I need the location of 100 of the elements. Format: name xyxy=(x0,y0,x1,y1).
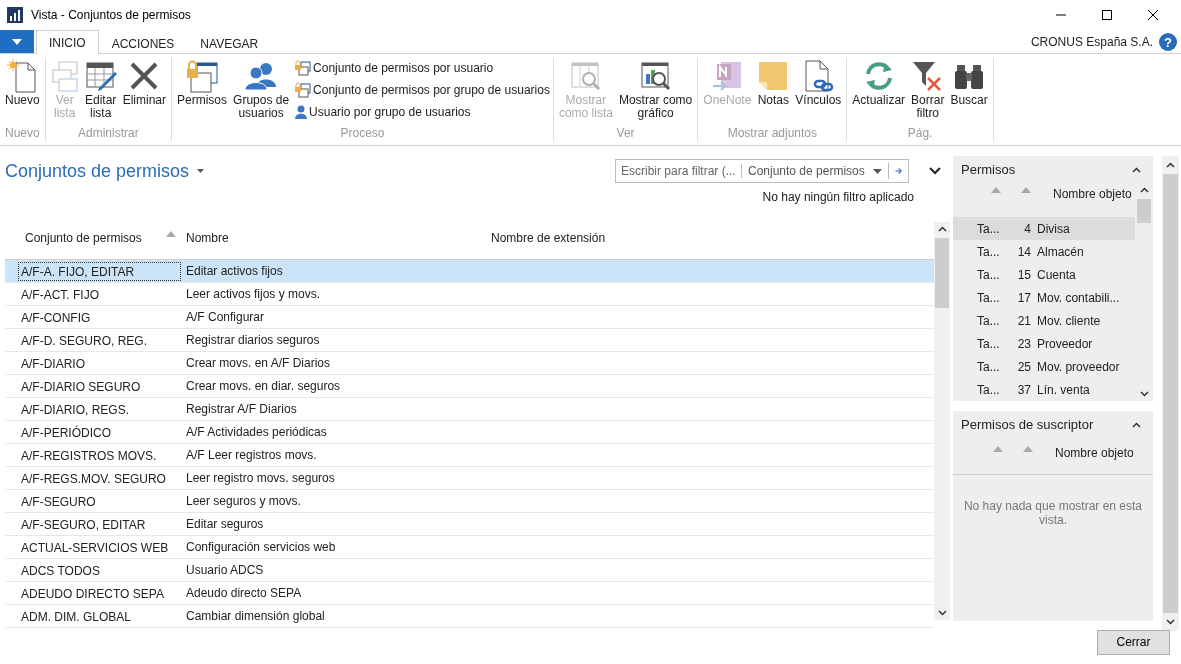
ribbon-button[interactable]: Grupos de usuarios xyxy=(231,58,292,126)
ribbon-tab[interactable]: ACCIONES xyxy=(98,32,188,54)
object-type: Ta... xyxy=(977,382,1001,397)
table-row[interactable]: ADCS TODOS Usuario ADCS xyxy=(5,559,934,582)
factbox-row[interactable]: Ta... 37 Lín. venta xyxy=(953,378,1135,401)
ribbon-button[interactable]: Mostrar como gráfico xyxy=(616,58,695,126)
chevron-up-icon[interactable] xyxy=(1166,162,1175,168)
table-cell-text: A/F-DIARIO xyxy=(20,355,86,373)
ribbon-small-button[interactable]: Conjunto de permisos por grupo de usuarios xyxy=(295,81,550,98)
scrollbar-thumb[interactable] xyxy=(935,238,949,308)
table-row[interactable]: A/F-A. FIJO, EDITAR Editar activos fijos xyxy=(5,260,934,283)
ribbon-button[interactable]: Vínculos xyxy=(793,58,844,126)
ribbon-button[interactable]: Eliminar xyxy=(120,58,169,126)
filter-status: No hay ningún filtro aplicado xyxy=(762,190,914,204)
close-icon[interactable] xyxy=(1147,9,1159,21)
table-row[interactable]: ADM. DIM. GLOBAL Cambiar dimensión global xyxy=(5,605,934,628)
table-cell-text: Editar activos fijos xyxy=(185,264,284,278)
app-menu-button[interactable] xyxy=(0,30,34,53)
table-cell-text: Leer seguros y movs. xyxy=(185,494,302,508)
filter-column-dropdown[interactable]: Conjunto de permisos xyxy=(742,163,889,179)
object-name: Mov. cliente xyxy=(1037,313,1101,328)
table-row[interactable]: A/F-REGISTROS MOVS. A/F Leer registros movs. xyxy=(5,444,934,467)
object-name: Proveedor xyxy=(1037,336,1093,351)
object-type: Ta... xyxy=(977,221,1001,236)
close-button[interactable]: Cerrar xyxy=(1097,629,1170,655)
table-cell-text: A/F-DIARIO, REGS. xyxy=(20,401,130,419)
ribbon-button[interactable]: Buscar xyxy=(948,58,990,126)
object-id: 15 xyxy=(1016,267,1032,282)
ribbon-button[interactable]: Notas xyxy=(755,58,792,126)
ribbon-button[interactable]: Nuevo xyxy=(3,58,42,126)
scrollbar-thumb[interactable] xyxy=(1137,199,1151,223)
empty-message: No hay nada que mostrar en esta vista. xyxy=(963,499,1143,527)
maximize-icon[interactable] xyxy=(1101,9,1113,21)
object-id: 23 xyxy=(1016,336,1032,351)
factbox-row[interactable]: Ta... 23 Proveedor xyxy=(953,332,1135,355)
table-row[interactable]: A/F-D. SEGURO, REG. Registrar diarios seguros xyxy=(5,329,934,352)
column-header[interactable]: Nombre xyxy=(186,231,229,245)
object-id: 17 xyxy=(1016,290,1032,305)
object-type: Ta... xyxy=(977,313,1001,328)
object-type: Ta... xyxy=(977,290,1001,305)
ribbon-button[interactable]: Borrar filtro xyxy=(909,58,947,126)
table-row[interactable]: A/F-ACT. FIJO Leer activos fijos y movs. xyxy=(5,283,934,306)
column-header[interactable]: Nombre objeto xyxy=(1055,446,1134,460)
arrow-right-icon[interactable] xyxy=(894,165,902,177)
ribbon-small-button[interactable]: Usuario por grupo de usuarios xyxy=(295,103,550,120)
table-row[interactable]: A/F-DIARIO, REGS. Registrar A/F Diarios xyxy=(5,398,934,421)
table-cell-text: A/F-SEGURO, EDITAR xyxy=(20,516,147,534)
panel-title[interactable]: Permisos xyxy=(961,162,1016,177)
caret-icon xyxy=(12,38,22,45)
ribbon-small-button[interactable]: Conjunto de permisos por usuario xyxy=(295,59,550,76)
chevron-up-icon[interactable] xyxy=(937,226,947,232)
table-cell-text: A/F-PERIÓDICO xyxy=(20,424,112,442)
scrollbar[interactable] xyxy=(1162,156,1179,631)
chevron-up-icon[interactable] xyxy=(1139,187,1149,193)
table-row[interactable]: A/F-SEGURO, EDITAR Editar seguros xyxy=(5,513,934,536)
object-name: Divisa xyxy=(1037,221,1070,236)
page-title[interactable]: Conjuntos de permisos xyxy=(5,160,190,182)
object-type: Ta... xyxy=(977,359,1001,374)
chevron-down-icon[interactable] xyxy=(1139,391,1149,397)
column-header[interactable]: Conjunto de permisos xyxy=(25,231,142,245)
chevron-down-icon[interactable] xyxy=(929,167,941,175)
factbox-row[interactable]: Ta... 17 Mov. contabili... xyxy=(953,286,1135,309)
ribbon-tab[interactable]: INICIO xyxy=(36,30,99,54)
object-name: Mov. proveedor xyxy=(1037,359,1120,374)
chevron-up-icon[interactable] xyxy=(1132,166,1141,173)
help-icon[interactable]: ? xyxy=(1159,32,1177,51)
edit-table-icon xyxy=(84,60,117,92)
scrollbar[interactable] xyxy=(934,222,950,620)
ribbon-button[interactable]: Actualizar xyxy=(850,58,908,126)
caret-icon xyxy=(872,168,882,174)
ribbon-group-label: Administrar xyxy=(78,126,139,141)
ribbon-button[interactable]: Permisos xyxy=(175,58,230,126)
table-cell-text: A/F Actividades periódicas xyxy=(185,425,328,439)
chevron-down-icon[interactable] xyxy=(1166,619,1175,625)
chevron-down-icon[interactable] xyxy=(937,610,947,616)
scrollbar-thumb[interactable] xyxy=(1163,174,1178,613)
factbox-row[interactable]: Ta... 14 Almacén xyxy=(953,240,1135,263)
table-row[interactable]: A/F-DIARIO Crear movs. en A/F Diarios xyxy=(5,352,934,375)
table-cell-text: A/F-CONFIG xyxy=(20,309,92,327)
caret-icon[interactable] xyxy=(197,169,205,173)
table-row[interactable]: A/F-CONFIG A/F Configurar xyxy=(5,306,934,329)
table-row[interactable]: ADEUDO DIRECTO SEPA Adeudo directo SEPA xyxy=(5,582,934,605)
table-cell-text: A/F-REGISTROS MOVS. xyxy=(20,447,158,465)
column-header[interactable]: Nombre objeto xyxy=(1053,187,1132,201)
table-row[interactable]: A/F-SEGURO Leer seguros y movs. xyxy=(5,490,934,513)
factbox-row[interactable]: Ta... 4 Divisa xyxy=(953,217,1135,240)
chevron-up-icon[interactable] xyxy=(1132,421,1141,428)
factbox-row[interactable]: Ta... 15 Cuenta xyxy=(953,263,1135,286)
table-row[interactable]: A/F-DIARIO SEGURO Crear movs. en diar. seguros xyxy=(5,375,934,398)
table-row[interactable]: A/F-PERIÓDICO A/F Actividades periódicas xyxy=(5,421,934,444)
column-header[interactable]: Nombre de extensión xyxy=(491,231,606,245)
table-row[interactable]: ACTUAL-SERVICIOS WEB Configuración servicios web xyxy=(5,536,934,559)
ribbon-button[interactable]: Editar lista xyxy=(82,58,119,126)
object-id: 4 xyxy=(1023,221,1032,236)
table-row[interactable]: A/F-REGS.MOV. SEGURO Leer registro movs. seguros xyxy=(5,467,934,490)
ribbon-tab[interactable]: NAVEGAR xyxy=(187,32,272,54)
panel-title[interactable]: Permisos de suscriptor xyxy=(961,417,1094,432)
table-cell-text: A/F-DIARIO SEGURO xyxy=(20,378,142,396)
factbox-row[interactable]: Ta... 25 Mov. proveedor xyxy=(953,355,1135,378)
factbox-row[interactable]: Ta... 21 Mov. cliente xyxy=(953,309,1135,332)
